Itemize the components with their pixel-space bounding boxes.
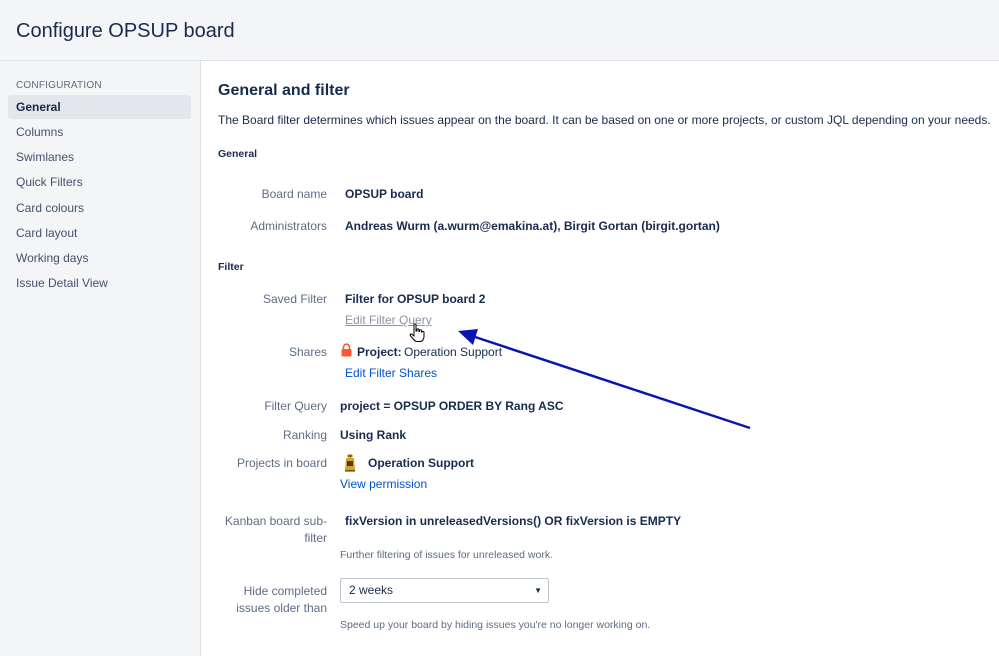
view-permission-link[interactable]: View permission [340,477,427,491]
edit-filter-shares-link[interactable]: Edit Filter Shares [345,366,437,380]
page-title: Configure OPSUP board [16,20,235,42]
hide-completed-label: Hide completed issues older than [236,584,327,615]
projects-in-board-value: Operation Support [368,456,474,470]
kanban-subfilter-label: Kanban board sub-filter [224,514,327,545]
hide-completed-description: Speed up your board by hiding issues you… [340,619,651,631]
sidebar-item-card-layout[interactable]: Card layout [8,221,191,245]
section-description: The Board filter determines which issues… [218,113,991,127]
shares-project-value: Operation Support [404,345,503,359]
board-name-value: OPSUP board [345,187,424,201]
filter-query-label: Filter Query [264,399,327,413]
hand-cursor-icon [409,323,425,342]
hide-completed-value: 2 weeks [349,583,394,597]
administrators-label: Administrators [250,219,327,233]
projects-in-board-label: Projects in board [236,456,327,470]
filter-query-value: project = OPSUP ORDER BY Rang ASC [340,399,564,413]
sidebar-item-columns[interactable]: Columns [8,120,191,144]
saved-filter-value: Filter for OPSUP board 2 [345,292,486,306]
sidebar-item-card-colours[interactable]: Card colours [8,196,191,220]
board-name-label: Board name [261,187,327,201]
main-content: General and filter The Board filter dete… [201,61,999,656]
chevron-down-icon: ▼ [534,586,542,595]
sidebar: CONFIGURATION General Columns Swimlanes … [0,61,201,656]
kanban-subfilter-value: fixVersion in unreleasedVersions() OR fi… [345,514,682,528]
page-header: Configure OPSUP board [0,0,999,61]
lock-icon [340,343,353,357]
sidebar-item-general[interactable]: General [8,95,191,119]
general-heading: General [218,148,258,160]
ranking-label: Ranking [282,428,327,442]
administrators-value: Andreas Wurm (a.wurm@emakina.at), Birgit… [345,219,720,233]
sidebar-item-issue-detail-view[interactable]: Issue Detail View [8,271,191,295]
kanban-subfilter-description: Further filtering of issues for unreleas… [340,549,554,561]
sidebar-item-swimlanes[interactable]: Swimlanes [8,145,191,169]
sidebar-heading: CONFIGURATION [16,80,102,91]
sidebar-item-working-days[interactable]: Working days [8,246,191,270]
saved-filter-label: Saved Filter [262,292,327,306]
hide-completed-select[interactable]: 2 weeks ▼ [340,578,549,603]
ranking-value: Using Rank [340,428,407,442]
filter-heading: Filter [218,261,244,273]
sidebar-item-quick-filters[interactable]: Quick Filters [8,170,191,194]
shares-label: Shares [288,345,327,359]
section-title: General and filter [218,82,350,99]
project-avatar-icon [343,454,357,472]
shares-project-label: Project: [357,345,402,359]
